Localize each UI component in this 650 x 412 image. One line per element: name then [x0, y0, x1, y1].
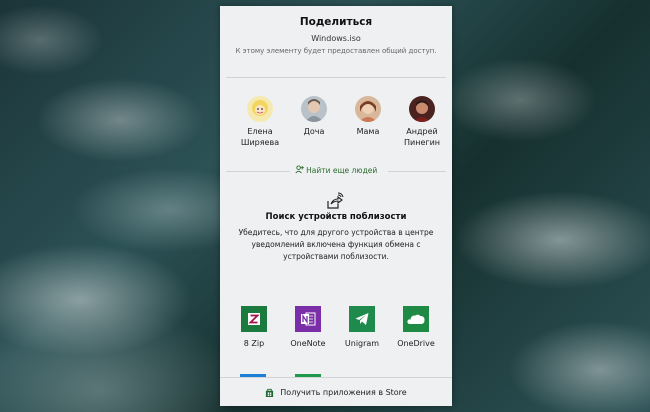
- shared-file-name: Windows.iso: [311, 34, 361, 43]
- unigram-icon: [349, 306, 375, 332]
- store-bag-icon: [266, 388, 274, 397]
- app-onedrive[interactable]: OneDrive: [389, 306, 443, 348]
- contact-name: Доча: [303, 127, 325, 136]
- app-unigram[interactable]: Unigram: [335, 306, 389, 348]
- app-label: OneDrive: [397, 339, 435, 348]
- 8zip-icon: [241, 306, 267, 332]
- app-label: OneNote: [290, 339, 326, 348]
- share-subtitle: К этому элементу будет предоставлен общи…: [235, 47, 437, 55]
- app-label: 8 Zip: [243, 339, 265, 348]
- contact-elena[interactable]: Елена Ширяева: [234, 96, 286, 148]
- contact-name: Андрей Пинегин: [404, 127, 440, 147]
- contacts-list: Елена Ширяева Доча Мама Андрей Пинегин: [234, 96, 442, 156]
- find-people-label: Найти еще людей: [306, 166, 378, 175]
- avatar: [247, 96, 273, 122]
- apps-list: 8 Zip OneNote Unigram OneDrive: [220, 306, 452, 356]
- contact-mama[interactable]: Мама: [342, 96, 394, 137]
- app-label: Unigram: [344, 339, 380, 348]
- avatar: [355, 96, 381, 122]
- nearby-description: Убедитесь, что для другого устройства в …: [238, 228, 434, 261]
- get-apps-in-store-button[interactable]: Получить приложения в Store: [220, 377, 452, 406]
- person-add-icon: [295, 165, 304, 174]
- contact-andrey[interactable]: Андрей Пинегин: [396, 96, 448, 148]
- app-onenote[interactable]: OneNote: [281, 306, 335, 348]
- app-8zip[interactable]: 8 Zip: [227, 306, 281, 348]
- onedrive-icon: [403, 306, 429, 332]
- share-title: Поделиться: [299, 16, 373, 28]
- avatar: [301, 96, 327, 122]
- avatar: [409, 96, 435, 122]
- nearby-share-icon: [327, 192, 344, 209]
- share-panel: Поделиться Windows.iso К этому элементу …: [220, 6, 452, 406]
- contact-name: Елена Ширяева: [240, 127, 280, 147]
- find-more-people[interactable]: Найти еще людей: [220, 165, 452, 177]
- store-label: Получить приложения в Store: [280, 388, 407, 397]
- contact-docha[interactable]: Доча: [288, 96, 340, 137]
- divider: [226, 77, 446, 78]
- contact-name: Мама: [356, 127, 380, 136]
- onenote-icon: [295, 306, 321, 332]
- nearby-title: Поиск устройств поблизости: [265, 212, 407, 222]
